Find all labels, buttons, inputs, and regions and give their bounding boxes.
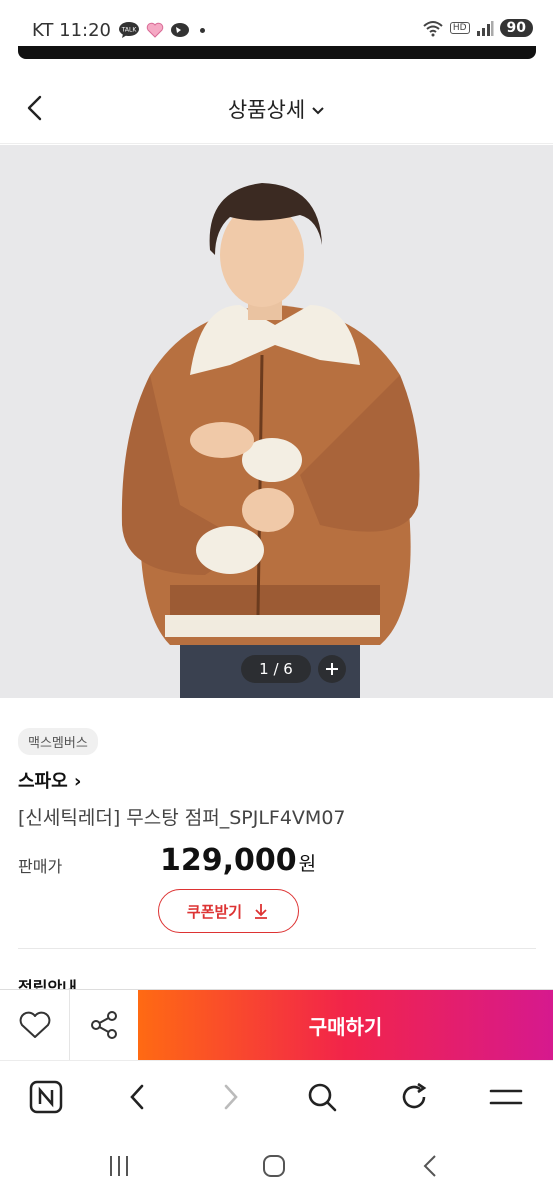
price-unit: 원 bbox=[298, 853, 317, 875]
more-dot-icon bbox=[200, 27, 205, 33]
brand-link[interactable]: 스파오 › bbox=[18, 767, 81, 793]
refresh-icon bbox=[402, 1082, 427, 1109]
search-icon bbox=[308, 1083, 337, 1112]
product-image[interactable] bbox=[0, 145, 553, 698]
browser-forward-button[interactable] bbox=[210, 1077, 250, 1117]
price-value: 129,000 원 bbox=[160, 843, 316, 878]
product-name: [신세틱레더] 무스탕 점퍼_SPJLF4VM07 bbox=[18, 807, 346, 829]
wishlist-button[interactable] bbox=[0, 990, 70, 1060]
svg-text:TALK: TALK bbox=[121, 27, 138, 34]
recent-apps-button[interactable] bbox=[99, 1150, 139, 1182]
buy-button[interactable]: 구매하기 bbox=[138, 990, 553, 1060]
purchase-bar: 구매하기 bbox=[0, 989, 553, 1060]
buy-button-label: 구매하기 bbox=[308, 1014, 383, 1039]
heart-notification-icon bbox=[146, 22, 164, 38]
divider bbox=[18, 948, 536, 949]
plus-icon bbox=[326, 663, 338, 675]
cloud-app-icon bbox=[171, 23, 189, 37]
system-icons: HD 90 bbox=[422, 19, 533, 37]
page-title[interactable]: 상품상세 bbox=[0, 94, 553, 124]
coupon-button-label: 쿠폰받기 bbox=[186, 902, 243, 921]
android-nav-bar bbox=[0, 1132, 553, 1200]
status-bar: KT 11:20 TALK HD 90 bbox=[0, 0, 553, 46]
naver-n-icon bbox=[29, 1080, 63, 1114]
android-back-icon bbox=[423, 1155, 436, 1177]
recent-apps-icon bbox=[110, 1156, 128, 1176]
download-arrow-icon bbox=[255, 904, 268, 919]
chevron-down-icon bbox=[312, 107, 324, 115]
price-number: 129,000 bbox=[160, 843, 297, 878]
image-expand-button[interactable] bbox=[318, 655, 346, 683]
share-icon bbox=[91, 1011, 117, 1039]
heart-icon bbox=[19, 1011, 50, 1038]
browser-refresh-button[interactable] bbox=[394, 1077, 434, 1117]
android-back-button[interactable] bbox=[410, 1150, 450, 1182]
signal-icon bbox=[476, 21, 494, 36]
hd-voice-icon: HD bbox=[449, 22, 470, 34]
home-icon bbox=[263, 1155, 285, 1177]
page-header: 상품상세 bbox=[0, 68, 553, 144]
section-heading-partial: 적립안내 bbox=[18, 978, 77, 990]
page-title-label: 상품상세 bbox=[227, 98, 306, 122]
menu-icon bbox=[489, 1089, 523, 1105]
back-arrow-icon bbox=[130, 1084, 144, 1110]
browser-menu-button[interactable] bbox=[486, 1077, 526, 1117]
naver-home-button[interactable] bbox=[26, 1077, 66, 1117]
wifi-icon bbox=[423, 21, 443, 37]
carrier-time: KT 11:20 bbox=[32, 20, 111, 41]
image-counter: 1 / 6 bbox=[241, 655, 311, 683]
browser-toolbar bbox=[0, 1060, 553, 1132]
jacket-model-photo bbox=[0, 145, 553, 698]
home-button[interactable] bbox=[254, 1150, 294, 1182]
camera-cutout-bar bbox=[18, 46, 536, 59]
browser-back-button[interactable] bbox=[118, 1077, 158, 1117]
mall-badge: 맥스멤버스 bbox=[18, 728, 98, 755]
share-button[interactable] bbox=[70, 990, 138, 1060]
browser-search-button[interactable] bbox=[302, 1077, 342, 1117]
notification-icons: TALK bbox=[118, 21, 205, 39]
battery-indicator: 90 bbox=[499, 19, 533, 37]
price-label: 판매가 bbox=[18, 857, 63, 876]
kakaotalk-icon: TALK bbox=[119, 22, 139, 38]
forward-arrow-icon bbox=[224, 1084, 238, 1110]
coupon-button[interactable]: 쿠폰받기 bbox=[158, 889, 299, 933]
